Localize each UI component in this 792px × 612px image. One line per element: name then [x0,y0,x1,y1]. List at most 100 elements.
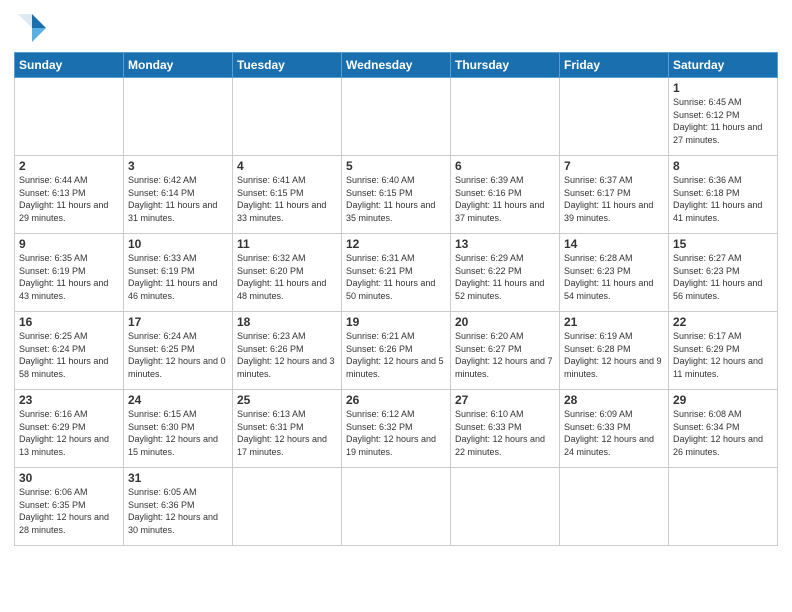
generalblue-logo-icon [14,10,50,46]
calendar-cell: 21Sunrise: 6:19 AM Sunset: 6:28 PM Dayli… [560,312,669,390]
col-thursday: Thursday [451,53,560,78]
logo [14,10,54,46]
calendar-cell: 23Sunrise: 6:16 AM Sunset: 6:29 PM Dayli… [15,390,124,468]
day-info: Sunrise: 6:05 AM Sunset: 6:36 PM Dayligh… [128,486,228,536]
calendar-cell [451,78,560,156]
day-info: Sunrise: 6:25 AM Sunset: 6:24 PM Dayligh… [19,330,119,380]
day-info: Sunrise: 6:45 AM Sunset: 6:12 PM Dayligh… [673,96,773,146]
day-number: 13 [455,237,555,251]
day-number: 11 [237,237,337,251]
calendar-cell: 19Sunrise: 6:21 AM Sunset: 6:26 PM Dayli… [342,312,451,390]
calendar-cell: 3Sunrise: 6:42 AM Sunset: 6:14 PM Daylig… [124,156,233,234]
day-number: 24 [128,393,228,407]
day-number: 1 [673,81,773,95]
calendar-cell [124,78,233,156]
calendar-cell: 31Sunrise: 6:05 AM Sunset: 6:36 PM Dayli… [124,468,233,546]
calendar-cell [233,78,342,156]
day-number: 3 [128,159,228,173]
calendar-week-row: 9Sunrise: 6:35 AM Sunset: 6:19 PM Daylig… [15,234,778,312]
col-wednesday: Wednesday [342,53,451,78]
calendar-week-row: 16Sunrise: 6:25 AM Sunset: 6:24 PM Dayli… [15,312,778,390]
col-saturday: Saturday [669,53,778,78]
day-number: 15 [673,237,773,251]
calendar-cell: 22Sunrise: 6:17 AM Sunset: 6:29 PM Dayli… [669,312,778,390]
day-info: Sunrise: 6:24 AM Sunset: 6:25 PM Dayligh… [128,330,228,380]
day-info: Sunrise: 6:13 AM Sunset: 6:31 PM Dayligh… [237,408,337,458]
calendar-week-row: 2Sunrise: 6:44 AM Sunset: 6:13 PM Daylig… [15,156,778,234]
day-number: 9 [19,237,119,251]
calendar-cell [15,78,124,156]
day-number: 30 [19,471,119,485]
calendar-cell [233,468,342,546]
day-info: Sunrise: 6:19 AM Sunset: 6:28 PM Dayligh… [564,330,664,380]
day-number: 25 [237,393,337,407]
calendar-cell: 26Sunrise: 6:12 AM Sunset: 6:32 PM Dayli… [342,390,451,468]
day-number: 14 [564,237,664,251]
day-number: 21 [564,315,664,329]
day-info: Sunrise: 6:10 AM Sunset: 6:33 PM Dayligh… [455,408,555,458]
day-info: Sunrise: 6:27 AM Sunset: 6:23 PM Dayligh… [673,252,773,302]
day-number: 29 [673,393,773,407]
day-info: Sunrise: 6:31 AM Sunset: 6:21 PM Dayligh… [346,252,446,302]
calendar-cell: 9Sunrise: 6:35 AM Sunset: 6:19 PM Daylig… [15,234,124,312]
day-info: Sunrise: 6:29 AM Sunset: 6:22 PM Dayligh… [455,252,555,302]
day-info: Sunrise: 6:41 AM Sunset: 6:15 PM Dayligh… [237,174,337,224]
day-number: 28 [564,393,664,407]
day-number: 31 [128,471,228,485]
day-number: 17 [128,315,228,329]
calendar-cell: 13Sunrise: 6:29 AM Sunset: 6:22 PM Dayli… [451,234,560,312]
day-number: 8 [673,159,773,173]
calendar-week-row: 30Sunrise: 6:06 AM Sunset: 6:35 PM Dayli… [15,468,778,546]
day-info: Sunrise: 6:40 AM Sunset: 6:15 PM Dayligh… [346,174,446,224]
calendar-cell: 28Sunrise: 6:09 AM Sunset: 6:33 PM Dayli… [560,390,669,468]
calendar-cell [669,468,778,546]
day-number: 27 [455,393,555,407]
day-number: 2 [19,159,119,173]
calendar-cell: 8Sunrise: 6:36 AM Sunset: 6:18 PM Daylig… [669,156,778,234]
calendar-cell: 7Sunrise: 6:37 AM Sunset: 6:17 PM Daylig… [560,156,669,234]
calendar-cell: 4Sunrise: 6:41 AM Sunset: 6:15 PM Daylig… [233,156,342,234]
calendar-cell: 2Sunrise: 6:44 AM Sunset: 6:13 PM Daylig… [15,156,124,234]
day-info: Sunrise: 6:36 AM Sunset: 6:18 PM Dayligh… [673,174,773,224]
calendar-cell: 11Sunrise: 6:32 AM Sunset: 6:20 PM Dayli… [233,234,342,312]
day-info: Sunrise: 6:33 AM Sunset: 6:19 PM Dayligh… [128,252,228,302]
day-number: 4 [237,159,337,173]
day-number: 5 [346,159,446,173]
page: Sunday Monday Tuesday Wednesday Thursday… [0,0,792,552]
calendar-cell [342,78,451,156]
calendar-cell [342,468,451,546]
calendar-cell: 24Sunrise: 6:15 AM Sunset: 6:30 PM Dayli… [124,390,233,468]
day-number: 23 [19,393,119,407]
day-number: 12 [346,237,446,251]
day-info: Sunrise: 6:39 AM Sunset: 6:16 PM Dayligh… [455,174,555,224]
day-info: Sunrise: 6:28 AM Sunset: 6:23 PM Dayligh… [564,252,664,302]
day-number: 7 [564,159,664,173]
day-number: 18 [237,315,337,329]
calendar-cell: 15Sunrise: 6:27 AM Sunset: 6:23 PM Dayli… [669,234,778,312]
calendar-header-row: Sunday Monday Tuesday Wednesday Thursday… [15,53,778,78]
calendar-table: Sunday Monday Tuesday Wednesday Thursday… [14,52,778,546]
calendar-cell: 16Sunrise: 6:25 AM Sunset: 6:24 PM Dayli… [15,312,124,390]
day-info: Sunrise: 6:44 AM Sunset: 6:13 PM Dayligh… [19,174,119,224]
day-number: 26 [346,393,446,407]
col-tuesday: Tuesday [233,53,342,78]
calendar-cell: 27Sunrise: 6:10 AM Sunset: 6:33 PM Dayli… [451,390,560,468]
header [14,10,778,46]
calendar-cell: 1Sunrise: 6:45 AM Sunset: 6:12 PM Daylig… [669,78,778,156]
day-number: 19 [346,315,446,329]
day-info: Sunrise: 6:20 AM Sunset: 6:27 PM Dayligh… [455,330,555,380]
calendar-cell [451,468,560,546]
calendar-cell [560,78,669,156]
calendar-cell: 12Sunrise: 6:31 AM Sunset: 6:21 PM Dayli… [342,234,451,312]
day-number: 22 [673,315,773,329]
calendar-cell: 14Sunrise: 6:28 AM Sunset: 6:23 PM Dayli… [560,234,669,312]
day-info: Sunrise: 6:09 AM Sunset: 6:33 PM Dayligh… [564,408,664,458]
day-info: Sunrise: 6:12 AM Sunset: 6:32 PM Dayligh… [346,408,446,458]
calendar-cell: 29Sunrise: 6:08 AM Sunset: 6:34 PM Dayli… [669,390,778,468]
calendar-cell: 25Sunrise: 6:13 AM Sunset: 6:31 PM Dayli… [233,390,342,468]
day-info: Sunrise: 6:42 AM Sunset: 6:14 PM Dayligh… [128,174,228,224]
calendar-body: 1Sunrise: 6:45 AM Sunset: 6:12 PM Daylig… [15,78,778,546]
col-monday: Monday [124,53,233,78]
calendar-cell: 17Sunrise: 6:24 AM Sunset: 6:25 PM Dayli… [124,312,233,390]
day-info: Sunrise: 6:06 AM Sunset: 6:35 PM Dayligh… [19,486,119,536]
